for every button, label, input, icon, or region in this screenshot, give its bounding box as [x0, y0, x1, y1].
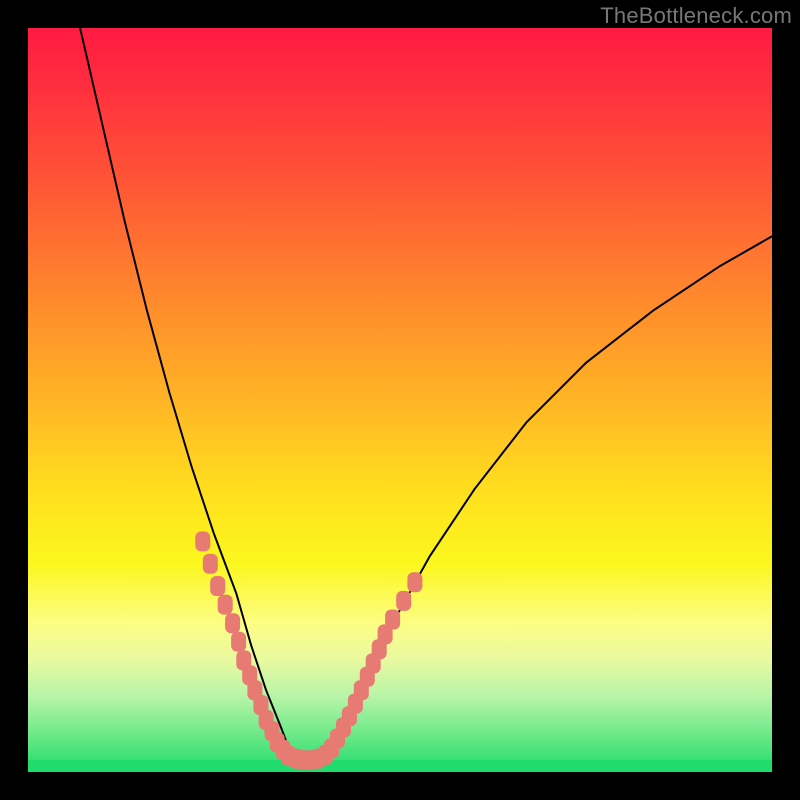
- chart-frame: TheBottleneck.com: [0, 0, 800, 800]
- salmon-nub: [396, 591, 411, 611]
- salmon-nub: [385, 610, 400, 630]
- salmon-nub: [218, 595, 233, 615]
- plot-area: [28, 28, 772, 772]
- salmon-nub: [407, 572, 422, 592]
- curve-svg: [28, 28, 772, 772]
- watermark-text: TheBottleneck.com: [600, 3, 792, 29]
- black-curve-right: [326, 236, 772, 757]
- salmon-nub: [225, 613, 240, 633]
- salmon-nubs-group: [195, 531, 422, 770]
- black-curve-left: [80, 28, 292, 757]
- salmon-nub: [203, 554, 218, 574]
- salmon-nub: [195, 531, 210, 551]
- salmon-nub: [231, 632, 246, 652]
- salmon-nub: [210, 576, 225, 596]
